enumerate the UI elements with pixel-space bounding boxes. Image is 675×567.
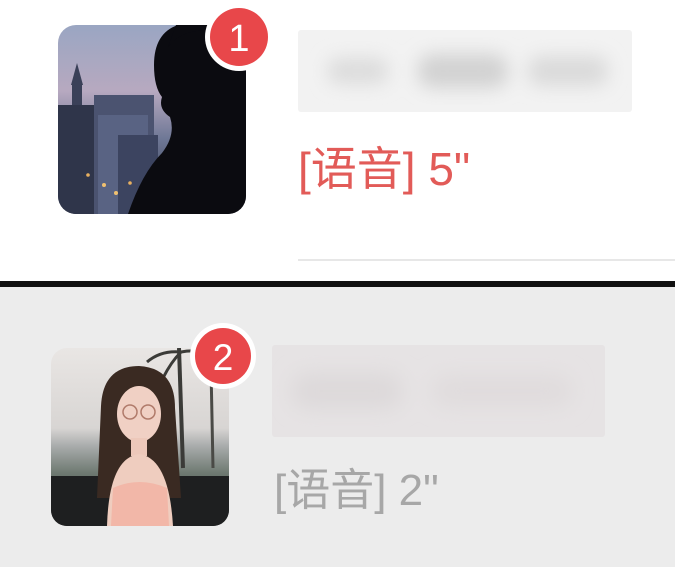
- unread-count: 2: [213, 337, 234, 378]
- last-message-preview: [语音] 2": [274, 466, 439, 515]
- contact-name-blurred: [272, 345, 605, 437]
- conversation-row-2[interactable]: 2 [语音] 2": [0, 287, 675, 567]
- contact-name-blurred: [298, 30, 632, 112]
- chat-list: 1 [语音] 5" 2 [语音] 2": [0, 0, 675, 567]
- last-message-preview: [语音] 5": [298, 143, 471, 195]
- unread-badge: 2: [188, 321, 258, 391]
- unread-badge: 1: [203, 1, 275, 73]
- conversation-row-1[interactable]: 1 [语音] 5": [0, 0, 675, 281]
- row-divider: [298, 259, 675, 261]
- unread-count: 1: [228, 18, 249, 60]
